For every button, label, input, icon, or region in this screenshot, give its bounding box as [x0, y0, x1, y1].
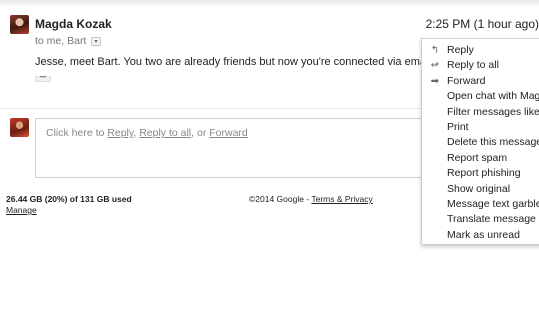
sender-avatar[interactable]: [10, 15, 29, 34]
menu-item-filter-messages-like[interactable]: Filter messages like: [422, 105, 539, 120]
show-details-icon[interactable]: [91, 36, 102, 46]
my-avatar: [10, 118, 29, 137]
menu-item-label: Translate message: [447, 213, 536, 226]
menu-item-reply[interactable]: ↰ Reply: [422, 43, 539, 58]
menu-item-report-spam[interactable]: Report spam: [422, 151, 539, 166]
menu-item-label: Reply: [447, 44, 474, 56]
menu-item-print[interactable]: Print: [422, 120, 539, 135]
menu-item-open-chat-with-mag[interactable]: Open chat with Mag: [422, 89, 539, 104]
menu-item-translate-message[interactable]: Translate message: [422, 212, 539, 227]
reply-all-link[interactable]: Reply to all: [139, 127, 191, 139]
menu-item-label: Show original: [447, 182, 511, 195]
menu-item-label: Print: [447, 120, 469, 133]
menu-item-report-phishing[interactable]: Report phishing: [422, 166, 539, 181]
terms-privacy-link[interactable]: Terms & Privacy: [311, 194, 372, 204]
reply-prompt: Click here to Reply, Reply to all, or Fo…: [46, 127, 248, 139]
sender-name[interactable]: Magda Kozak: [35, 17, 112, 31]
forward-icon: ➡: [430, 75, 440, 87]
menu-item-label: Delete this message: [447, 136, 539, 149]
message-body: Jesse, meet Bart. You two are already fr…: [35, 56, 434, 68]
menu-item-message-text-garble[interactable]: Message text garble: [422, 197, 539, 212]
recipients-line: to me, Bart: [35, 35, 102, 47]
message-actions-menu: ↰ Reply ↫ Reply to all ➡ Forward Open chat wit…: [421, 38, 539, 245]
copyright-line: ©2014 Google - Terms & Privacy: [249, 194, 373, 204]
menu-item-label: Message text garble: [447, 197, 539, 210]
menu-item-show-original[interactable]: Show original: [422, 182, 539, 197]
menu-item-label: Report phishing: [447, 167, 521, 180]
message-timestamp: 2:25 PM (1 hour ago): [425, 17, 539, 31]
menu-item-label: Report spam: [447, 151, 508, 164]
menu-item-mark-as-unread[interactable]: Mark as unread: [422, 228, 539, 243]
forward-link[interactable]: Forward: [209, 127, 248, 139]
storage-usage: 26.44 GB (20%) of 131 GB used: [6, 194, 132, 204]
reply-link[interactable]: Reply: [107, 127, 133, 139]
menu-item-reply-to-all[interactable]: ↫ Reply to all: [422, 58, 539, 73]
menu-item-delete-this-message[interactable]: Delete this message: [422, 135, 539, 150]
menu-item-forward[interactable]: ➡ Forward: [422, 74, 539, 89]
menu-item-label: Reply to all: [447, 59, 499, 72]
toolbar-shadow: [0, 0, 539, 8]
email-page: Magda Kozak 2:25 PM (1 hour ago) to me, …: [0, 0, 539, 319]
menu-item-label: Mark as unread: [447, 228, 520, 241]
reply-all-icon: ↫: [430, 60, 440, 72]
recipients-text: to me, Bart: [35, 35, 87, 47]
reply-icon: ↰: [430, 45, 440, 56]
menu-item-label: Filter messages like: [447, 105, 539, 118]
menu-item-label: Forward: [447, 74, 486, 87]
show-trimmed-content-button[interactable]: •••: [35, 75, 51, 82]
manage-storage-link[interactable]: Manage: [6, 205, 37, 215]
menu-item-label: Open chat with Mag: [447, 90, 539, 103]
